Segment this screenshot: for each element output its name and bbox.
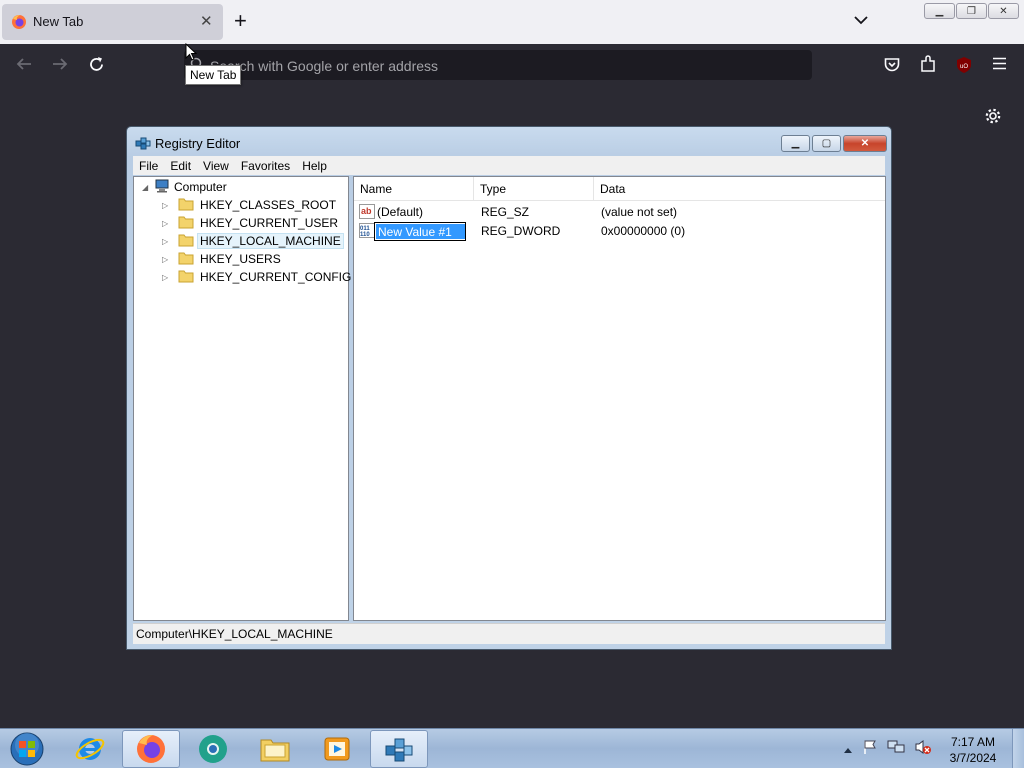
ublock-origin-icon[interactable]: uO: [955, 56, 973, 79]
tree-label: Computer: [174, 180, 227, 194]
taskbar: 7:17 AM 3/7/2024: [0, 728, 1024, 768]
folder-icon: [178, 269, 194, 286]
registry-editor-icon: [135, 135, 151, 156]
pocket-icon[interactable]: [884, 57, 900, 77]
menu-view[interactable]: View: [203, 159, 229, 173]
computer-icon: [154, 179, 170, 196]
string-value-icon: ab: [359, 204, 375, 222]
rename-input[interactable]: [376, 224, 465, 239]
firefox-icon: [11, 14, 27, 35]
show-desktop-button[interactable]: [1012, 729, 1024, 768]
tooltip: New Tab: [185, 65, 242, 85]
menu-file[interactable]: File: [139, 159, 158, 173]
regedit-window-controls: ▁ ▢ ✕: [781, 135, 887, 152]
tree-item-hkey-classes-root[interactable]: ▷ HKEY_CLASSES_ROOT: [162, 196, 336, 214]
expand-arrow-icon[interactable]: ▷: [162, 237, 172, 246]
file-explorer-icon[interactable]: [246, 730, 304, 768]
svg-text:110: 110: [360, 232, 370, 238]
internet-explorer-icon[interactable]: [61, 730, 119, 768]
value-type: REG_DWORD: [481, 224, 561, 238]
clock[interactable]: 7:17 AM 3/7/2024: [944, 734, 1002, 766]
value-row-new-value[interactable]: 011110 REG_DWORD 0x00000000 (0): [354, 222, 885, 241]
tab-title: New Tab: [33, 14, 84, 29]
clock-date: 3/7/2024: [949, 751, 997, 765]
svg-text:ab: ab: [361, 206, 372, 216]
expand-arrow-icon[interactable]: ▷: [162, 201, 172, 210]
tree-label: HKEY_LOCAL_MACHINE: [197, 233, 344, 249]
column-type[interactable]: Type: [474, 177, 594, 201]
value-data: 0x00000000 (0): [601, 224, 686, 238]
value-type: REG_SZ: [481, 205, 530, 219]
restore-button[interactable]: ❐: [956, 3, 987, 19]
tree-item-hkey-local-machine[interactable]: ▷ HKEY_LOCAL_MACHINE: [162, 232, 344, 250]
menu-favorites[interactable]: Favorites: [241, 159, 290, 173]
folder-icon: [178, 197, 194, 214]
tree-item-hkey-current-user[interactable]: ▷ HKEY_CURRENT_USER: [162, 214, 338, 232]
folder-icon: [178, 233, 194, 250]
tree-label: HKEY_CURRENT_CONFIG: [200, 270, 352, 284]
registry-editor-taskbar-icon[interactable]: [370, 730, 428, 768]
folder-icon: [178, 251, 194, 268]
minimize-button[interactable]: ▁: [924, 3, 955, 19]
tree-item-hkey-users[interactable]: ▷ HKEY_USERS: [162, 250, 281, 268]
expand-arrow-icon[interactable]: ▷: [162, 273, 172, 282]
start-orb[interactable]: [8, 731, 46, 767]
tab-close-icon[interactable]: ✕: [200, 12, 213, 30]
forward-arrow-icon[interactable]: [51, 56, 69, 77]
rename-field[interactable]: [374, 222, 466, 241]
binary-value-icon: 011 110: [359, 223, 375, 241]
tree-item-hkey-current-config[interactable]: ▷ HKEY_CURRENT_CONFIG: [162, 268, 351, 286]
menu-bar: File Edit View Favorites Help: [133, 156, 885, 175]
svg-text:uO: uO: [960, 64, 968, 70]
close-button[interactable]: ✕: [988, 3, 1019, 19]
collapse-arrow-icon[interactable]: ◢: [142, 183, 152, 192]
reload-icon[interactable]: [88, 56, 105, 78]
clock-time: 7:17 AM: [950, 735, 996, 749]
new-tab-button[interactable]: +: [234, 9, 247, 33]
system-tray: [843, 739, 932, 760]
key-tree-pane: ◢ Computer ▷ HKEY_CLASSES_ROOT ▷ HKEY_CU…: [133, 176, 351, 621]
value-row-default[interactable]: ab (Default) REG_SZ (value not set): [354, 203, 885, 222]
chrome-like-icon[interactable]: [184, 730, 242, 768]
status-bar: Computer\HKEY_LOCAL_MACHINE: [133, 623, 885, 644]
window-title: Registry Editor: [155, 136, 241, 151]
tab-new-tab[interactable]: New Tab ✕: [2, 4, 223, 40]
column-data[interactable]: Data: [594, 177, 886, 201]
address-placeholder: Search with Google or enter address: [210, 58, 439, 74]
column-name[interactable]: Name: [354, 177, 474, 201]
firefox-taskbar-icon[interactable]: [122, 730, 180, 768]
tab-strip: New Tab ✕ + ▁ ❐ ✕: [0, 0, 1024, 44]
regedit-maximize-button[interactable]: ▢: [812, 135, 841, 152]
value-name: (Default): [377, 205, 424, 219]
value-data: (value not set): [601, 205, 678, 219]
media-player-icon[interactable]: [308, 730, 366, 768]
menu-help[interactable]: Help: [302, 159, 327, 173]
mouse-cursor-icon: [185, 42, 198, 67]
menu-edit[interactable]: Edit: [170, 159, 191, 173]
expand-arrow-icon[interactable]: ▷: [162, 219, 172, 228]
show-hidden-icons-icon[interactable]: [843, 741, 853, 759]
network-icon[interactable]: [887, 739, 905, 760]
volume-muted-icon[interactable]: [914, 739, 932, 760]
folder-icon: [178, 215, 194, 232]
registry-editor-window: Registry Editor ▁ ▢ ✕ File Edit View Fav…: [126, 126, 892, 650]
hamburger-menu-icon[interactable]: [992, 57, 1007, 75]
chevron-down-icon[interactable]: [854, 12, 868, 30]
tree-label: HKEY_CLASSES_ROOT: [200, 198, 337, 212]
values-list-pane: Name Type Data ab (Default) REG_SZ (valu…: [353, 176, 886, 621]
regedit-minimize-button[interactable]: ▁: [781, 135, 810, 152]
tree-item-computer[interactable]: ◢ Computer: [142, 178, 227, 196]
tree-label: HKEY_USERS: [200, 252, 281, 266]
gear-icon[interactable]: [984, 107, 1002, 130]
action-center-flag-icon[interactable]: [862, 739, 878, 760]
extensions-icon[interactable]: [920, 55, 936, 78]
address-bar[interactable]: Search with Google or enter address: [184, 50, 812, 80]
tree-label: HKEY_CURRENT_USER: [200, 216, 339, 230]
window-controls: ▁ ❐ ✕: [924, 3, 1019, 19]
column-header: Name Type Data: [354, 177, 885, 201]
regedit-close-button[interactable]: ✕: [843, 135, 887, 152]
back-arrow-icon[interactable]: [15, 56, 33, 77]
expand-arrow-icon[interactable]: ▷: [162, 255, 172, 264]
